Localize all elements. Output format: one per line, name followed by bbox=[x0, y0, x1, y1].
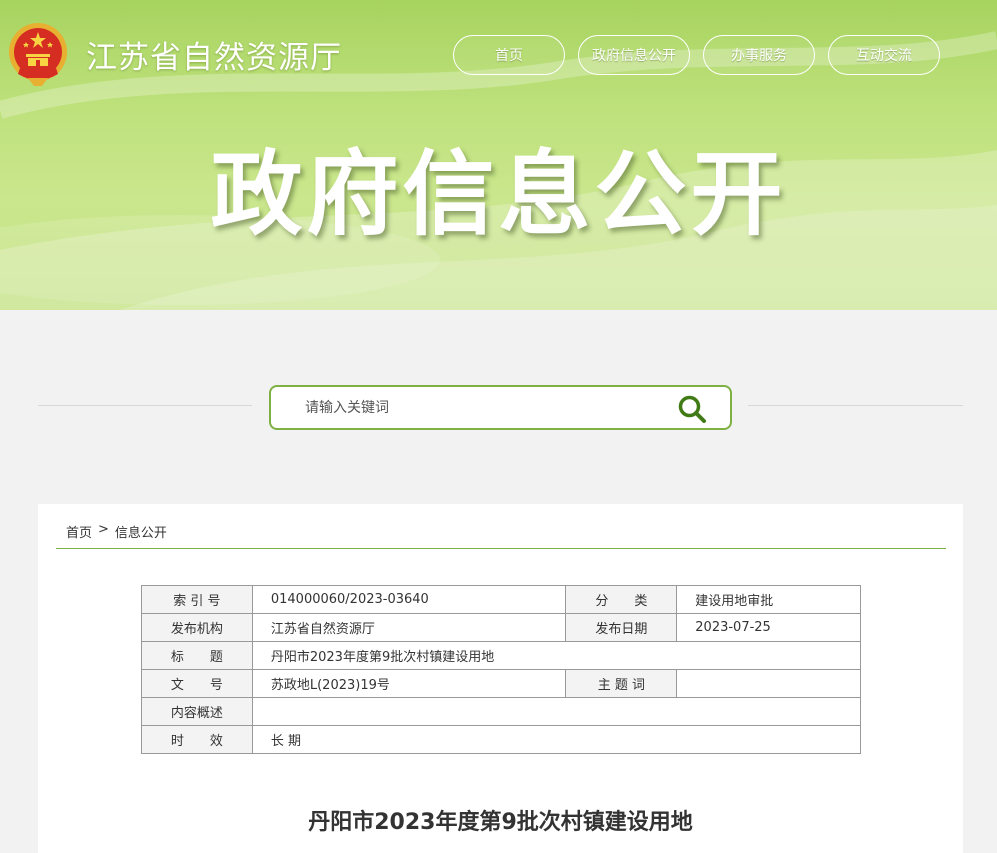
main-nav: 首页 政府信息公开 办事服务 互动交流 bbox=[453, 35, 940, 75]
table-row: 发布机构 江苏省自然资源厅 发布日期 2023-07-25 bbox=[141, 613, 861, 642]
national-emblem-icon bbox=[9, 23, 67, 86]
document-title: 丹阳市2023年度第9批次村镇建设用地 bbox=[308, 810, 693, 835]
site-title[interactable]: 江苏省自然资源厅 bbox=[86, 32, 342, 77]
search-input[interactable] bbox=[305, 397, 665, 419]
search-divider-right bbox=[748, 405, 963, 406]
table-row: 文 号 苏政地L(2023)19号 主 题 词 bbox=[141, 669, 861, 698]
breadcrumb-current-link[interactable]: 信息公开 bbox=[115, 522, 167, 541]
publish-date-label: 发布日期 bbox=[565, 613, 678, 642]
publisher-label: 发布机构 bbox=[141, 613, 253, 642]
keywords-label: 主 题 词 bbox=[565, 669, 678, 698]
title-value: 丹阳市2023年度第9批次村镇建设用地 bbox=[251, 641, 862, 670]
document-number-label: 文 号 bbox=[141, 669, 253, 698]
nav-interaction-button[interactable]: 互动交流 bbox=[828, 35, 940, 75]
nav-services-button[interactable]: 办事服务 bbox=[703, 35, 815, 75]
summary-label: 内容概述 bbox=[141, 697, 253, 726]
table-row: 标 题 丹阳市2023年度第9批次村镇建设用地 bbox=[141, 641, 862, 670]
summary-value bbox=[251, 697, 862, 726]
table-row: 索 引 号 014000060/2023-03640 分 类 建设用地审批 bbox=[141, 585, 861, 614]
table-row: 时 效 长 期 bbox=[141, 725, 862, 754]
category-value: 建设用地审批 bbox=[676, 585, 861, 614]
search-icon[interactable] bbox=[677, 394, 707, 424]
header-banner: 江苏省自然资源厅 首页 政府信息公开 办事服务 互动交流 政府信息公开 bbox=[0, 0, 997, 310]
document-metadata-table: 索 引 号 014000060/2023-03640 分 类 建设用地审批 发布… bbox=[141, 585, 862, 754]
search-box bbox=[269, 385, 732, 430]
index-number-label: 索 引 号 bbox=[141, 585, 253, 614]
title-label: 标 题 bbox=[141, 641, 253, 670]
publisher-value: 江苏省自然资源厅 bbox=[251, 613, 567, 642]
validity-label: 时 效 bbox=[141, 725, 253, 754]
publish-date-value: 2023-07-25 bbox=[676, 613, 861, 642]
breadcrumb-divider bbox=[56, 548, 946, 549]
nav-gov-info-button[interactable]: 政府信息公开 bbox=[578, 35, 690, 75]
document-number-value: 苏政地L(2023)19号 bbox=[251, 669, 567, 698]
validity-value: 长 期 bbox=[251, 725, 862, 754]
breadcrumb-home-link[interactable]: 首页 bbox=[66, 522, 92, 541]
keywords-value bbox=[676, 669, 861, 698]
hero-title: 政府信息公开 bbox=[210, 141, 787, 248]
content-panel: 首页 > 信息公开 索 引 号 014000060/2023-03640 分 类… bbox=[38, 504, 963, 853]
category-label: 分 类 bbox=[565, 585, 678, 614]
index-number-value: 014000060/2023-03640 bbox=[251, 585, 567, 614]
nav-home-button[interactable]: 首页 bbox=[453, 35, 565, 75]
breadcrumb-separator: > bbox=[98, 522, 109, 537]
search-divider-left bbox=[38, 405, 252, 406]
breadcrumb: 首页 > 信息公开 bbox=[66, 522, 167, 541]
table-row: 内容概述 bbox=[141, 697, 862, 726]
